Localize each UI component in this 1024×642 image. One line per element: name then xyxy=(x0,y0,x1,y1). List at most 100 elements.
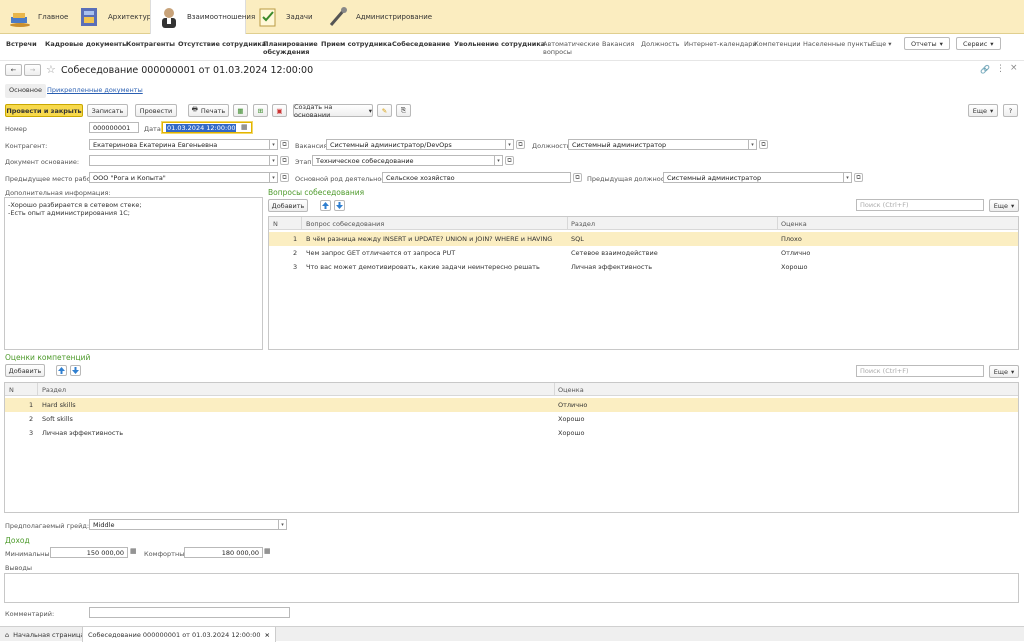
open-link-icon[interactable]: ⧉ xyxy=(505,156,514,165)
tab-document[interactable]: Собеседование 000000001 от 01.03.2024 12… xyxy=(82,627,276,642)
open-link-icon[interactable]: ⧉ xyxy=(280,156,289,165)
cmd-auto-questions[interactable]: Автоматические вопросы xyxy=(543,40,600,56)
grade-field[interactable]: Middle xyxy=(89,519,279,530)
table-row[interactable]: 2 Soft skills Хорошо xyxy=(5,412,1018,426)
open-link-icon[interactable]: ⧉ xyxy=(280,140,289,149)
prev-job-field[interactable]: ООО "Рога и Копыта" xyxy=(89,172,270,183)
activity-field[interactable]: Сельское хозяйство xyxy=(382,172,571,183)
prev-position-field[interactable]: Системный администратор xyxy=(663,172,844,183)
conclusions-textarea[interactable] xyxy=(4,573,1019,603)
col-section[interactable]: Раздел xyxy=(42,386,66,394)
note-button[interactable]: ✎ xyxy=(377,104,392,117)
cmd-positions[interactable]: Должность xyxy=(641,40,679,48)
save-button[interactable]: Записать xyxy=(87,104,128,117)
section-admin[interactable]: Администрирование xyxy=(320,0,438,34)
cmd-planning[interactable]: Планирование обсуждения xyxy=(263,40,318,56)
move-down-icon[interactable] xyxy=(70,365,81,376)
calculator-icon[interactable]: ▦ xyxy=(264,547,271,555)
chevron-down-icon[interactable]: ▾ xyxy=(279,519,287,530)
structure-button[interactable]: ⊞ xyxy=(253,104,268,117)
income-min-field[interactable]: 150 000,00 xyxy=(50,547,128,558)
cmd-vacancy[interactable]: Вакансия xyxy=(602,40,634,48)
open-link-icon[interactable]: ⧉ xyxy=(573,173,582,182)
cmd-competencies[interactable]: Компетенции xyxy=(754,40,801,48)
stage-field[interactable]: Техническое собеседование xyxy=(312,155,495,166)
table-row[interactable]: 3 Что вас может демотивировать, какие за… xyxy=(269,260,1018,274)
cmd-calendars[interactable]: Интернет-календари xyxy=(684,40,757,48)
table-row[interactable]: 1 В чём разница между INSERT и UPDATE? U… xyxy=(269,232,1018,246)
close-icon[interactable]: × xyxy=(265,631,270,639)
comment-field[interactable] xyxy=(89,607,290,618)
table-row[interactable]: 3 Личная эффективность Хорошо xyxy=(5,426,1018,440)
table-row[interactable]: 1 Hard skills Отлично xyxy=(5,398,1018,412)
basis-field[interactable] xyxy=(89,155,270,166)
competencies-more-button[interactable]: Еще ▾ xyxy=(989,365,1019,378)
tab-home[interactable]: ⌂ Начальная страница xyxy=(0,627,89,642)
income-comfort-field[interactable]: 180 000,00 xyxy=(184,547,263,558)
col-section[interactable]: Раздел xyxy=(571,220,595,228)
number-field[interactable]: 000000001 xyxy=(89,122,139,133)
section-relations[interactable]: Взаимоотношения xyxy=(150,0,255,34)
favorite-star-icon[interactable]: ☆ xyxy=(46,63,56,76)
back-button[interactable]: ← xyxy=(5,64,22,76)
counterparty-field[interactable]: Екатеринова Екатерина Евгеньевна xyxy=(89,139,270,150)
col-score[interactable]: Оценка xyxy=(558,386,584,394)
col-n[interactable]: N xyxy=(9,386,14,394)
open-link-icon[interactable]: ⧉ xyxy=(516,140,525,149)
report-button[interactable]: ▣ xyxy=(272,104,287,117)
cmd-hr-docs[interactable]: Кадровые документы xyxy=(45,40,128,48)
tab-attached[interactable]: Прикрепленные документы xyxy=(47,86,143,94)
position-field[interactable]: Системный администратор xyxy=(568,139,749,150)
vacancy-field[interactable]: Системный администратор/DevOps xyxy=(326,139,506,150)
move-down-icon[interactable] xyxy=(334,200,345,211)
move-up-icon[interactable] xyxy=(56,365,67,376)
chevron-down-icon[interactable]: ▾ xyxy=(749,139,757,150)
section-tasks[interactable]: Задачи xyxy=(250,0,319,34)
questions-add-button[interactable]: Добавить xyxy=(268,199,308,212)
post-close-button[interactable]: Провести и закрыть xyxy=(5,104,83,117)
questions-search-input[interactable]: Поиск (Ctrl+F) xyxy=(856,199,984,211)
col-score[interactable]: Оценка xyxy=(781,220,807,228)
cmd-absence[interactable]: Отсутствие сотрудника xyxy=(178,40,266,48)
create-based-button[interactable]: Создать на основании ▾ xyxy=(293,103,373,119)
close-icon[interactable]: × xyxy=(1010,63,1018,73)
cmd-more[interactable]: Еще ▾ xyxy=(872,40,892,48)
table-row[interactable]: 2 Чем запрос GET отличается от запроса P… xyxy=(269,246,1018,260)
service-menu[interactable]: Сервис ▾ xyxy=(956,37,1001,50)
cmd-localities[interactable]: Населенные пункты xyxy=(803,40,873,48)
attach-button[interactable]: ⎘ xyxy=(396,104,411,117)
chevron-down-icon[interactable]: ▾ xyxy=(506,139,514,150)
chevron-down-icon[interactable]: ▾ xyxy=(270,155,278,166)
chevron-down-icon[interactable]: ▾ xyxy=(270,172,278,183)
additional-info-textarea[interactable]: -Хорошо разбирается в сетевом стеке; -Ес… xyxy=(4,197,263,350)
chevron-down-icon[interactable]: ▾ xyxy=(270,139,278,150)
open-link-icon[interactable]: ⧉ xyxy=(854,173,863,182)
cmd-interview[interactable]: Собеседование xyxy=(392,40,450,48)
cmd-meetings[interactable]: Встречи xyxy=(6,40,37,48)
open-link-icon[interactable]: ⧉ xyxy=(280,173,289,182)
calculator-icon[interactable]: ▦ xyxy=(130,547,137,555)
cmd-dismissal[interactable]: Увольнение сотрудника xyxy=(454,40,545,48)
competencies-add-button[interactable]: Добавить xyxy=(5,364,45,377)
section-architecture[interactable]: Архитектура xyxy=(72,0,162,34)
print-button[interactable]: 🖶 Печать xyxy=(188,104,229,117)
date-field[interactable]: 01.03.2024 12:00:00 xyxy=(162,122,252,133)
more-vert-icon[interactable]: ⋮ xyxy=(996,64,1005,74)
col-question[interactable]: Вопрос собеседования xyxy=(306,220,384,228)
questions-more-button[interactable]: Еще ▾ xyxy=(989,199,1019,212)
cmd-hiring[interactable]: Прием сотрудника xyxy=(321,40,392,48)
chevron-down-icon[interactable]: ▾ xyxy=(495,155,503,166)
tab-main[interactable]: Основное xyxy=(5,84,46,98)
help-button[interactable]: ? xyxy=(1003,104,1018,117)
forward-button[interactable]: → xyxy=(24,64,41,76)
link-icon[interactable]: 🔗 xyxy=(980,65,990,74)
calendar-icon[interactable]: ▦ xyxy=(241,123,248,131)
movements-button[interactable]: ▦ xyxy=(233,104,248,117)
open-link-icon[interactable]: ⧉ xyxy=(759,140,768,149)
more-button[interactable]: Еще ▾ xyxy=(968,104,998,117)
chevron-down-icon[interactable]: ▾ xyxy=(844,172,852,183)
cmd-counterparties[interactable]: Контрагенты xyxy=(126,40,175,48)
section-home[interactable]: Главное xyxy=(2,0,74,34)
col-n[interactable]: N xyxy=(273,220,278,228)
move-up-icon[interactable] xyxy=(320,200,331,211)
